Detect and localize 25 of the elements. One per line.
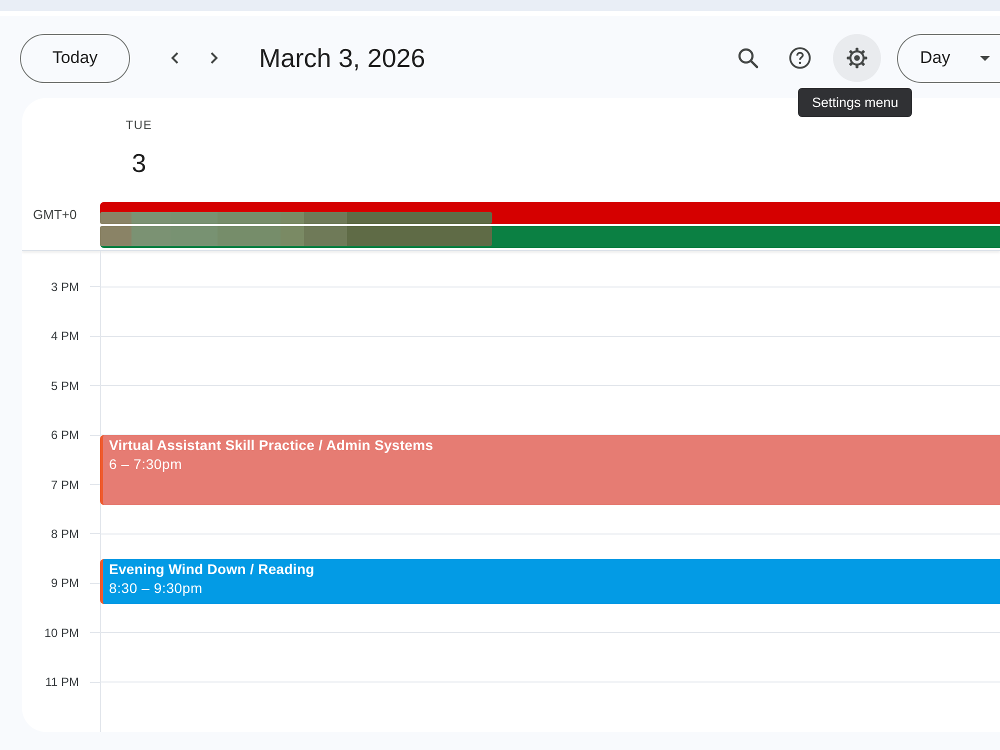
- hour-label: 5 PM: [50, 378, 79, 393]
- weekday-label: TUE: [126, 118, 152, 132]
- view-dropdown[interactable]: Day: [897, 34, 1000, 82]
- event-time: 6 – 7:30pm: [109, 455, 184, 474]
- search-icon[interactable]: [737, 47, 759, 69]
- event-time: 8:30 – 9:30pm: [109, 578, 204, 598]
- hour-label: 7 PM: [50, 478, 79, 492]
- hour-label: 3 PM: [50, 280, 79, 294]
- timezone-label: GMT+0: [32, 206, 78, 224]
- help-icon[interactable]: [789, 47, 811, 69]
- hour-label: 9 PM: [50, 576, 79, 590]
- hour-label: 4 PM: [50, 329, 79, 344]
- day-number[interactable]: 3: [132, 148, 146, 178]
- event-title: Virtual Assistant Skill Practice / Admin Systems: [109, 436, 434, 456]
- hour-label: 8 PM: [50, 526, 79, 541]
- hour-label: 6 PM: [50, 428, 79, 442]
- tooltip: Settings menu: [798, 88, 912, 117]
- caret-down-icon: [980, 56, 990, 60]
- today-button[interactable]: Today: [20, 34, 130, 82]
- event-title: Evening Wind Down / Reading: [109, 560, 316, 579]
- settings-button[interactable]: [833, 34, 881, 82]
- settings-icon: [846, 47, 868, 69]
- hour-label: 11 PM: [44, 675, 79, 690]
- hour-label: 10 PM: [43, 626, 79, 640]
- date-title: March 3, 2026: [259, 42, 426, 74]
